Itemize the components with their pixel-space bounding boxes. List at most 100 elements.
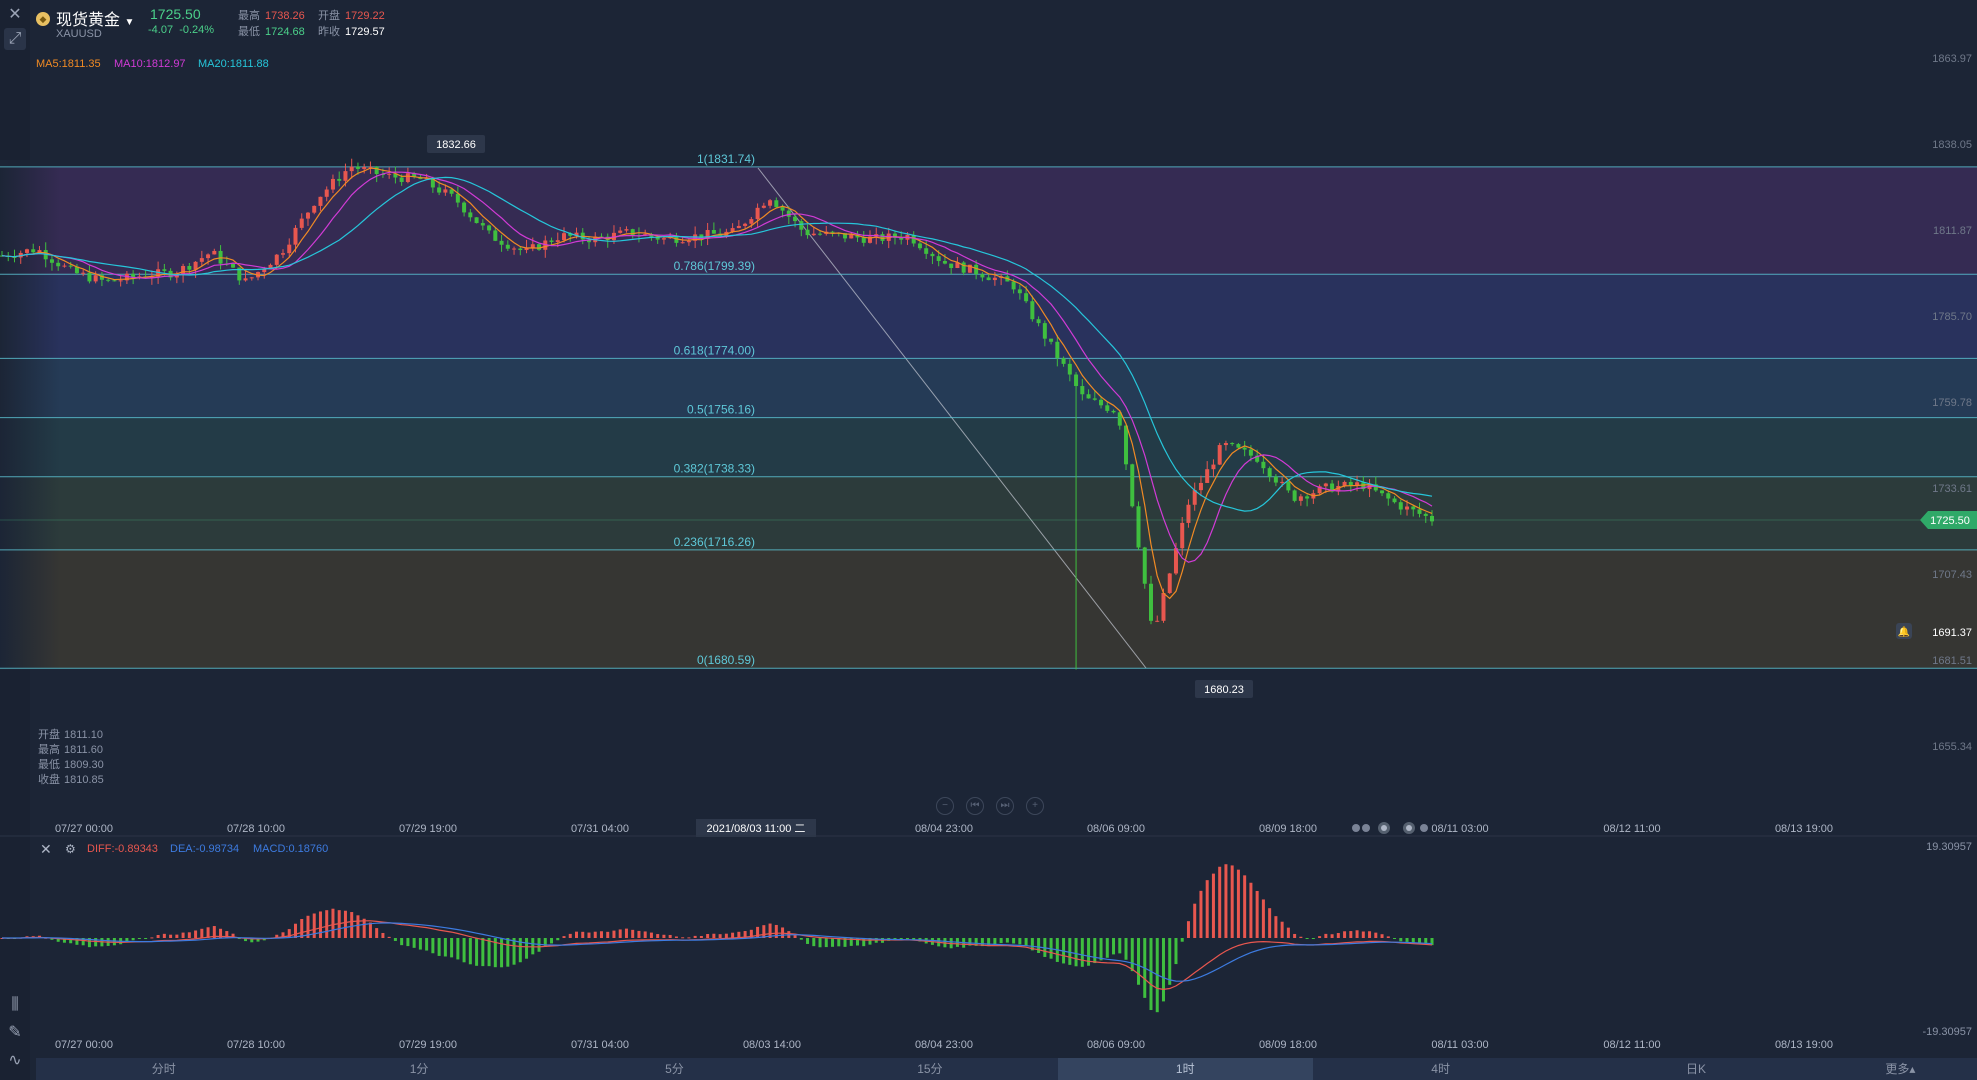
macd-bar	[543, 938, 547, 947]
macd-time-label: 08/13 19:00	[1775, 1039, 1833, 1051]
macd-bar	[162, 933, 166, 938]
candle-body	[56, 262, 61, 267]
macd-bar	[131, 938, 135, 941]
macd-close-icon[interactable]: ✕	[40, 841, 52, 858]
fib-label: 1(1831.74)	[697, 152, 755, 166]
macd-time-label: 07/27 00:00	[55, 1039, 113, 1051]
macd-bar	[1411, 938, 1415, 943]
macd-bar	[693, 935, 697, 938]
period-tab[interactable]: 1分	[291, 1058, 546, 1080]
macd-bar	[481, 938, 485, 967]
period-tab[interactable]: 15分	[802, 1058, 1057, 1080]
macd-bar	[412, 938, 416, 948]
zoom-out-button[interactable]: −	[936, 797, 954, 815]
candle-body	[830, 231, 835, 233]
macd-bar	[1149, 938, 1153, 1011]
candle-body	[1242, 447, 1247, 450]
price-axis-label: 1838.05	[1932, 139, 1972, 151]
candle-body	[118, 280, 123, 282]
macd-bar	[331, 908, 335, 938]
macd-bar	[1380, 934, 1384, 938]
period-tab[interactable]: 1时	[1057, 1058, 1313, 1080]
candle-body	[349, 166, 354, 172]
macd-bar	[999, 938, 1003, 944]
period-tab[interactable]: 4时	[1313, 1058, 1568, 1080]
candle-body	[1348, 481, 1353, 486]
price-chart[interactable]: 1(1831.74) 0.786(1799.39) 0.618(1774.00) 0.…	[0, 0, 1977, 1080]
macd-bar	[156, 934, 160, 938]
macd-bar	[624, 928, 628, 938]
macd-bar	[799, 938, 803, 940]
macd-settings-icon[interactable]: ⚙	[65, 842, 76, 856]
macd-bar	[1024, 938, 1028, 946]
macd-bar	[1124, 938, 1128, 960]
candle-body	[474, 217, 479, 224]
macd-bar	[1230, 865, 1234, 938]
macd-bar	[1286, 927, 1290, 938]
candle-body	[468, 212, 473, 218]
candle-body	[1092, 398, 1097, 400]
macd-bar	[706, 934, 710, 938]
candle-body	[437, 187, 442, 193]
scroll-start-button[interactable]: ⏮	[966, 797, 984, 815]
time-axis-label: 07/27 00:00	[55, 823, 113, 835]
macd-bar	[1255, 890, 1259, 938]
macd-bar	[1330, 934, 1334, 938]
macd-bar	[1005, 938, 1009, 943]
candle-body	[1411, 506, 1416, 510]
candle-body	[293, 227, 298, 245]
playback-dots[interactable]	[1352, 822, 1428, 834]
period-tab[interactable]: 日K	[1568, 1058, 1823, 1080]
macd-bar	[1018, 938, 1022, 945]
macd-bar	[300, 919, 304, 938]
candle-body	[930, 253, 935, 257]
candle-body	[1036, 319, 1041, 324]
candle-body	[1198, 482, 1203, 491]
macd-bar	[1199, 890, 1203, 938]
fib-label: 0.236(1716.26)	[674, 535, 755, 549]
zoom-in-button[interactable]: +	[1026, 797, 1044, 815]
candle-body	[106, 279, 111, 281]
candle-body	[680, 242, 685, 244]
price-axis-label: 1733.61	[1932, 483, 1972, 495]
scroll-end-button[interactable]: ⏭	[996, 797, 1014, 815]
macd-bar	[450, 938, 454, 958]
macd-bar	[1186, 921, 1190, 938]
candle-body	[974, 264, 979, 275]
macd-bar	[1293, 933, 1297, 938]
macd-bar	[1386, 936, 1390, 938]
candle-body	[330, 178, 335, 190]
macd-value: MACD:0.18760	[253, 843, 329, 855]
candle-body	[1292, 490, 1297, 501]
fib-label: 0.5(1756.16)	[687, 403, 755, 417]
period-tab[interactable]: 分时	[36, 1058, 291, 1080]
candle-body	[1223, 443, 1228, 446]
macd-bar	[431, 938, 435, 954]
fib-label: 0(1680.59)	[697, 653, 755, 667]
macd-bar	[1261, 899, 1265, 938]
macd-bar	[793, 934, 797, 938]
candle-body	[1167, 573, 1172, 593]
candle-body	[936, 256, 941, 261]
candle-body	[917, 243, 922, 249]
macd-bar	[818, 938, 822, 948]
macd-bar	[169, 934, 173, 938]
macd-bar	[1193, 903, 1197, 938]
macd-bar	[468, 938, 472, 965]
candle-body	[786, 210, 791, 217]
macd-bar	[724, 933, 728, 938]
macd-bar	[1037, 938, 1041, 953]
candle-body	[530, 244, 535, 248]
fib-label: 0.618(1774.00)	[674, 343, 755, 357]
macd-bar	[643, 931, 647, 938]
candle-body	[249, 277, 254, 279]
period-tab[interactable]: 更多▴	[1824, 1058, 1977, 1080]
period-tab[interactable]: 5分	[547, 1058, 802, 1080]
candle-body	[1111, 410, 1116, 413]
candle-body	[1180, 522, 1185, 549]
macd-time-label: 08/03 14:00	[743, 1039, 801, 1051]
candle-body	[68, 265, 73, 267]
candle-body	[818, 233, 823, 235]
candle-body	[711, 230, 716, 234]
candle-body	[493, 230, 498, 241]
